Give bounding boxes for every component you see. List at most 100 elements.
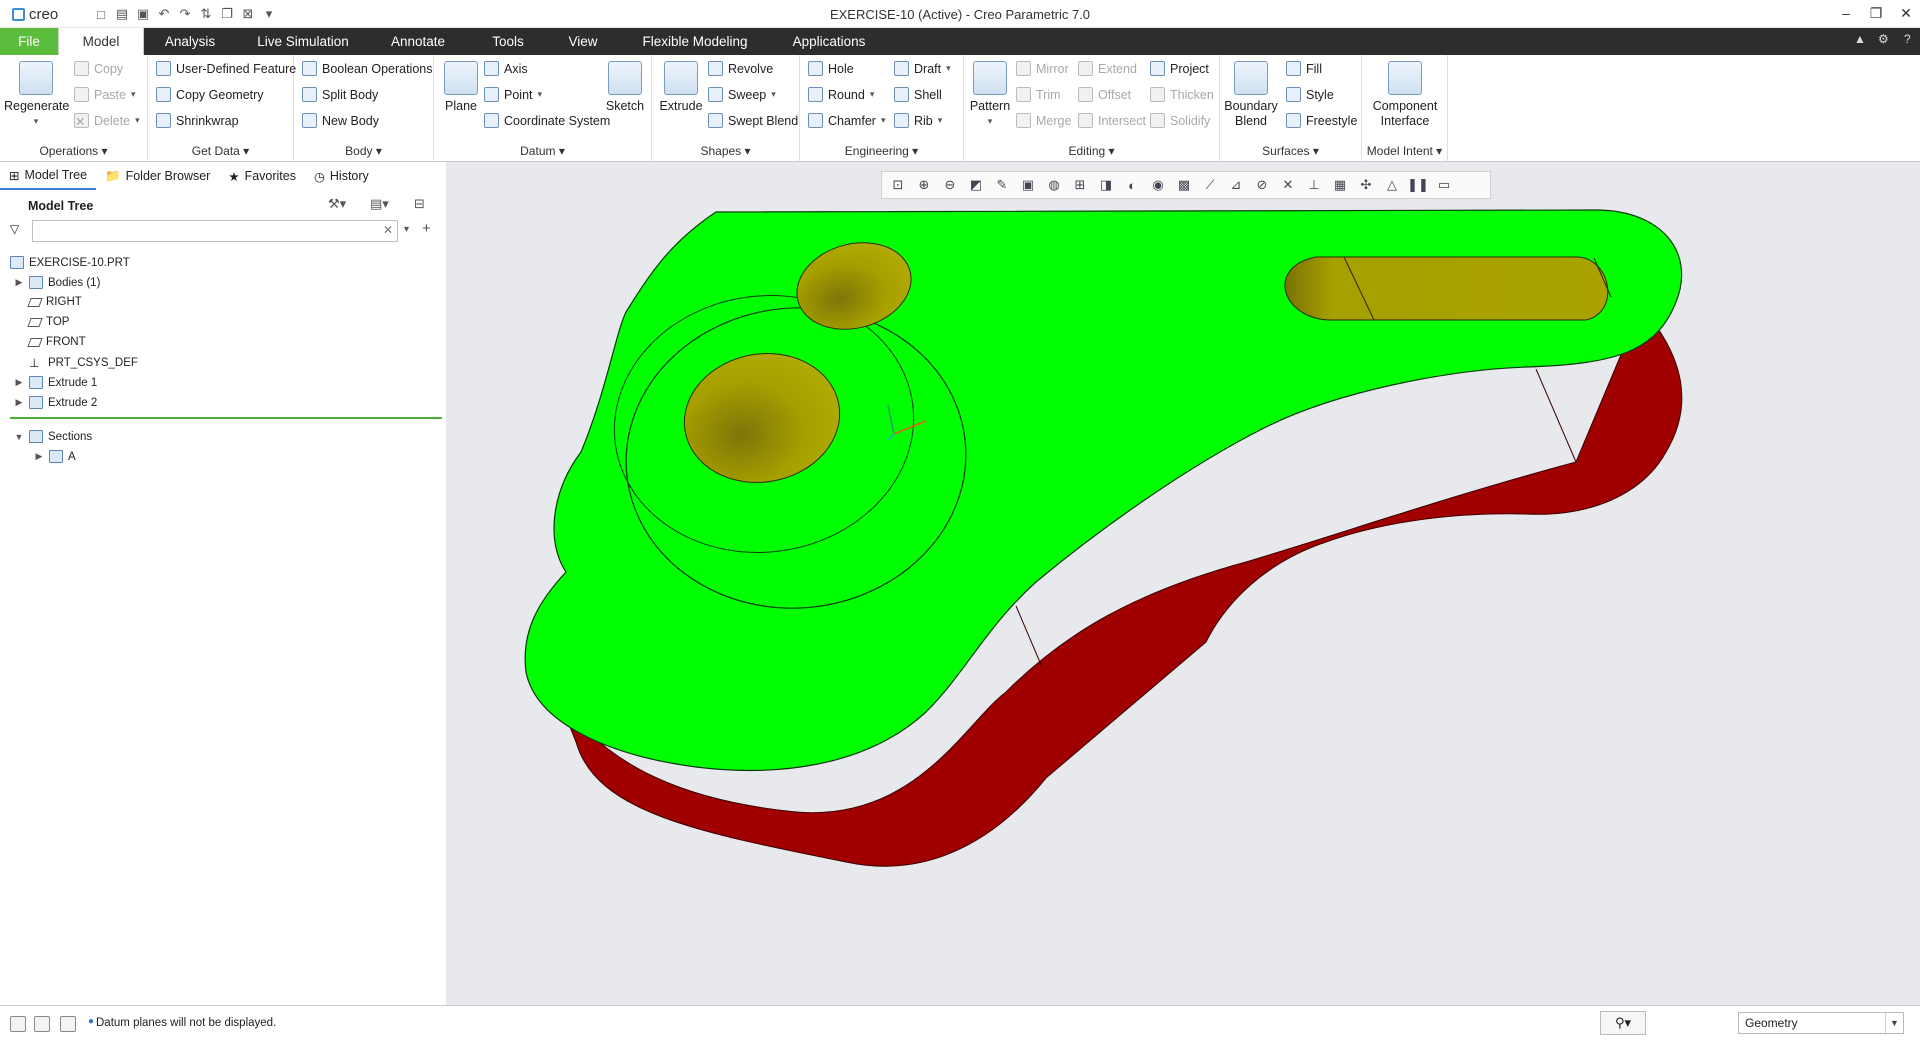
plane-button[interactable]: Plane (438, 61, 484, 114)
filter-icon[interactable]: ▽ (10, 222, 19, 236)
project-button[interactable]: Project (1150, 61, 1209, 76)
axis-button[interactable]: Axis (484, 61, 528, 76)
sweep-button[interactable]: Sweep ▾ (708, 87, 776, 102)
swept-blend-button[interactable]: Swept Blend (708, 113, 798, 128)
tree-settings-icon[interactable]: ⚒▾ (328, 196, 346, 212)
tree-item-front[interactable]: FRONT (14, 336, 86, 348)
tree-item-top[interactable]: TOP (14, 316, 69, 328)
boundary-blend-button[interactable]: Boundary Blend (1222, 61, 1280, 129)
delete-button[interactable]: ✕ Delete ▾ (74, 113, 140, 129)
mirror-button[interactable]: Mirror (1016, 61, 1069, 76)
settings-icon[interactable]: ⚙ (1878, 32, 1889, 46)
intersect-button[interactable]: Intersect (1078, 113, 1146, 128)
solidify-button[interactable]: Solidify (1150, 113, 1210, 128)
revolve-button[interactable]: Revolve (708, 61, 773, 76)
extend-button[interactable]: Extend (1078, 61, 1137, 76)
collapse-icon[interactable]: ▼ (14, 432, 24, 442)
expand-icon[interactable]: ▶ (14, 277, 24, 288)
group-label-surfaces[interactable]: Surfaces ▾ (1220, 144, 1361, 158)
tab-annotate[interactable]: Annotate (378, 28, 458, 55)
group-label-shapes[interactable]: Shapes ▾ (652, 144, 799, 158)
part-model-3d[interactable] (446, 162, 1920, 1005)
customize-chevron-icon[interactable]: ▾ (260, 5, 278, 23)
shrinkwrap-button[interactable]: Shrinkwrap (156, 113, 239, 128)
group-label-get-data[interactable]: Get Data ▾ (148, 144, 293, 158)
fill-button[interactable]: Fill (1286, 61, 1322, 76)
extrude-button[interactable]: Extrude (656, 61, 706, 114)
tree-search-input[interactable]: ✕ (32, 220, 398, 242)
tab-folder-browser[interactable]: 📁 Folder Browser (96, 162, 219, 190)
find-icon[interactable]: ⚲▾ (1600, 1011, 1646, 1035)
tab-flexible-modeling[interactable]: Flexible Modeling (634, 28, 756, 55)
tab-applications[interactable]: Applications (782, 28, 876, 55)
freestyle-button[interactable]: Freestyle (1286, 113, 1357, 128)
tree-filters-icon[interactable]: ⊟ (414, 196, 425, 212)
collapse-ribbon-icon[interactable]: ▲ (1854, 32, 1866, 46)
tree-item-csys[interactable]: ⊥ PRT_CSYS_DEF (14, 356, 138, 370)
expand-icon[interactable]: ▶ (34, 451, 44, 462)
rib-button[interactable]: Rib ▾ (894, 113, 942, 128)
open-icon[interactable]: ▤ (113, 5, 131, 23)
hole-button[interactable]: Hole (808, 61, 854, 76)
full-screen-icon[interactable] (60, 1016, 76, 1032)
offset-button[interactable]: Offset (1078, 87, 1131, 102)
add-icon[interactable]: + (422, 220, 431, 237)
split-body-button[interactable]: Split Body (302, 87, 378, 102)
redo-icon[interactable]: ↷ (176, 5, 194, 23)
round-button[interactable]: Round ▾ (808, 87, 874, 102)
tree-item-right[interactable]: RIGHT (14, 296, 82, 308)
user-defined-feature-button[interactable]: User-Defined Feature (156, 61, 296, 76)
tree-item-extrude-1[interactable]: ▶ Extrude 1 (14, 376, 97, 389)
tab-model[interactable]: Model (58, 28, 144, 55)
clear-search-icon[interactable]: ✕ (383, 223, 393, 237)
minimize-icon[interactable]: – (1832, 2, 1860, 24)
boolean-operations-button[interactable]: Boolean Operations (302, 61, 433, 76)
browser-toggle-icon[interactable] (34, 1016, 50, 1032)
tab-tools[interactable]: Tools (476, 28, 540, 55)
shell-button[interactable]: Shell (894, 87, 942, 102)
tab-model-tree[interactable]: ⊞ Model Tree (0, 162, 97, 190)
tab-history[interactable]: ◷ History (305, 162, 378, 190)
pattern-button[interactable]: Pattern ▾ (966, 61, 1014, 129)
group-label-datum[interactable]: Datum ▾ (434, 144, 651, 158)
close-window-icon[interactable]: ⊠ (239, 5, 257, 23)
regenerate-icon[interactable]: ⇅ (197, 5, 215, 23)
search-options-icon[interactable]: ▾ (404, 224, 409, 235)
restore-icon[interactable]: ❐ (1862, 2, 1890, 24)
component-interface-button[interactable]: Component Interface (1364, 61, 1446, 129)
windows-icon[interactable]: ❐ (218, 5, 236, 23)
group-label-engineering[interactable]: Engineering ▾ (800, 144, 963, 158)
tree-item-extrude-2[interactable]: ▶ Extrude 2 (14, 396, 97, 409)
tab-view[interactable]: View (556, 28, 610, 55)
group-label-operations[interactable]: Operations ▾ (0, 144, 147, 158)
paste-button[interactable]: Paste ▾ (74, 87, 136, 102)
group-label-editing[interactable]: Editing ▾ (964, 144, 1219, 158)
undo-icon[interactable]: ↶ (155, 5, 173, 23)
tree-item-bodies[interactable]: ▶ Bodies (1) (14, 276, 100, 289)
tab-file[interactable]: File (0, 28, 58, 55)
draft-button[interactable]: Draft ▾ (894, 61, 951, 76)
tab-live-simulation[interactable]: Live Simulation (248, 28, 358, 55)
point-button[interactable]: Point ▾ (484, 87, 542, 102)
tree-item-section-a[interactable]: ▶ A (34, 450, 76, 463)
chamfer-button[interactable]: Chamfer ▾ (808, 113, 885, 128)
save-icon[interactable]: ▣ (134, 5, 152, 23)
group-label-body[interactable]: Body ▾ (294, 144, 433, 158)
thicken-button[interactable]: Thicken (1150, 87, 1214, 102)
navigator-toggle-icon[interactable] (10, 1016, 26, 1032)
tree-columns-icon[interactable]: ▤▾ (370, 196, 389, 212)
expand-icon[interactable]: ▶ (14, 397, 24, 408)
tab-favorites[interactable]: ★ Favorites (219, 162, 305, 190)
copy-geometry-button[interactable]: Copy Geometry (156, 87, 264, 102)
style-button[interactable]: Style (1286, 87, 1334, 102)
graphics-viewport[interactable]: ⊡ ⊕ ⊖ ◩ ✎ ▣ ◍ ⊞ ◨ ◐ ◉ ▩ ⟋ ⊿ ⊘ ✕ ⊥ ▦ ✣ △ … (446, 162, 1920, 1005)
selection-filter-select[interactable]: Geometry ▼ (1738, 1012, 1904, 1034)
group-label-model-intent[interactable]: Model Intent ▾ (1362, 144, 1447, 158)
tree-item-sections[interactable]: ▼ Sections (14, 430, 92, 443)
merge-button[interactable]: Merge (1016, 113, 1071, 128)
sketch-button[interactable]: Sketch (602, 61, 648, 114)
tab-analysis[interactable]: Analysis (150, 28, 230, 55)
new-body-button[interactable]: New Body (302, 113, 379, 128)
close-icon[interactable]: ✕ (1892, 2, 1920, 24)
new-icon[interactable]: □ (92, 5, 110, 23)
